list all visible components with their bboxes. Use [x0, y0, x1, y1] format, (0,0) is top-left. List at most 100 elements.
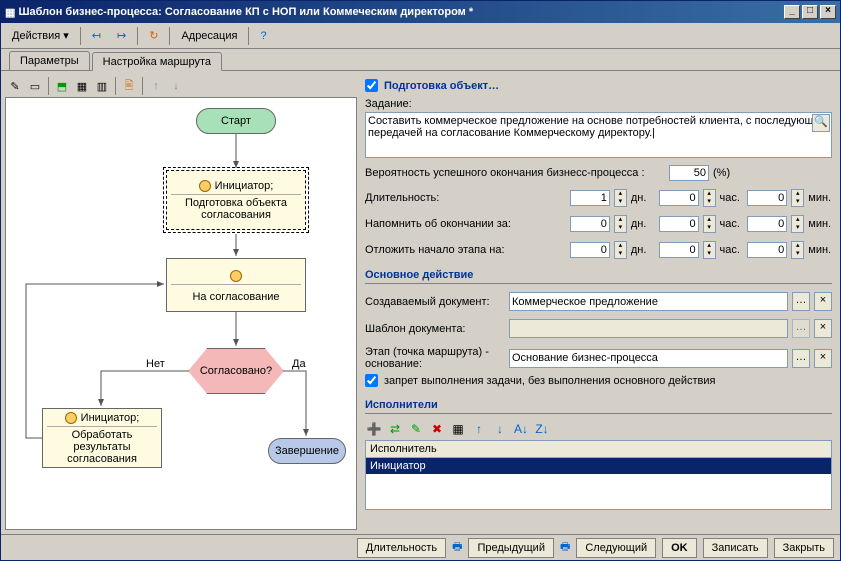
post-hours[interactable] — [659, 242, 699, 258]
reminder-label: Напомнить об окончании за: — [365, 218, 566, 230]
window-title: Шаблон бизнес-процесса: Согласование КП … — [18, 6, 473, 18]
tab-route[interactable]: Настройка маршрута — [92, 52, 222, 71]
move-up-icon[interactable]: ↑ — [470, 420, 488, 438]
close-button[interactable]: × — [820, 5, 836, 19]
grid-header: Исполнитель — [366, 441, 831, 458]
node-initiator[interactable]: Инициатор; Подготовка объекта согласован… — [166, 170, 306, 230]
addressing-button[interactable]: Адресация — [174, 27, 244, 45]
person-icon — [65, 412, 77, 424]
tab-parameters[interactable]: Параметры — [9, 51, 90, 70]
rem-days[interactable] — [570, 216, 610, 232]
duration-button[interactable]: Длительность — [357, 538, 446, 558]
expand-icon[interactable]: 🔍 — [812, 114, 830, 132]
insert-row-icon[interactable]: ⇄ — [386, 420, 404, 438]
spinner[interactable]: ▴▾ — [703, 215, 716, 233]
spinner[interactable]: ▴▾ — [614, 189, 627, 207]
pointer-icon[interactable]: ✎ — [6, 77, 24, 95]
select-icon[interactable]: ▭ — [26, 77, 44, 95]
app-icon: ▦ — [5, 6, 15, 19]
main-toolbar: Действия ▾ ↤ ↦ ↻ Адресация ? — [1, 23, 840, 49]
label-yes: Да — [292, 358, 306, 370]
dur-hours[interactable] — [659, 190, 699, 206]
spinner[interactable]: ▴▾ — [791, 189, 804, 207]
post-mins[interactable] — [747, 242, 787, 258]
tab-bar: Параметры Настройка маршрута — [1, 49, 840, 71]
probability-input[interactable] — [669, 165, 709, 181]
minimize-button[interactable]: _ — [784, 5, 800, 19]
clear-icon[interactable]: × — [814, 292, 832, 311]
sort-desc-icon[interactable]: Z↓ — [533, 420, 551, 438]
titlebar: ▦ Шаблон бизнес-процесса: Согласование К… — [1, 1, 840, 23]
maximize-button[interactable]: □ — [802, 5, 818, 19]
ok-button[interactable]: OK — [662, 538, 697, 558]
node-decision[interactable]: Согласовано? — [188, 348, 284, 394]
node-results[interactable]: Инициатор; Обработать результаты согласо… — [42, 408, 162, 468]
executors-grid[interactable]: Исполнитель Инициатор — [365, 440, 832, 510]
rem-mins[interactable] — [747, 216, 787, 232]
sort-asc-icon[interactable]: A↓ — [512, 420, 530, 438]
prepare-checkbox[interactable] — [365, 79, 378, 92]
postpone-label: Отложить начало этапа на: — [365, 244, 566, 256]
clear-icon[interactable]: × — [814, 319, 832, 338]
move-down-icon[interactable]: ↓ — [491, 420, 509, 438]
probability-label: Вероятность успешного окончания бизнесс-… — [365, 167, 665, 179]
prepare-label: Подготовка объект… — [384, 80, 499, 92]
arrow-up-icon[interactable]: ↑ — [147, 77, 165, 95]
template-input — [509, 319, 788, 338]
grid-row-selected[interactable]: Инициатор — [366, 458, 831, 474]
canvas-toolbar: ✎ ▭ ⬒ ▦ ▥ 🖹 ↑ ↓ — [5, 75, 357, 97]
spinner[interactable]: ▴▾ — [791, 241, 804, 259]
save-button[interactable]: Записать — [703, 538, 768, 558]
stage-label: Этап (точка маршрута) - основание: — [365, 346, 505, 370]
grid-icon[interactable]: ▦ — [73, 77, 91, 95]
dur-mins[interactable] — [747, 190, 787, 206]
actions-menu[interactable]: Действия ▾ — [5, 26, 76, 45]
spinner[interactable]: ▴▾ — [703, 189, 716, 207]
rem-hours[interactable] — [659, 216, 699, 232]
help-icon[interactable]: ? — [253, 27, 273, 45]
add-node-icon[interactable]: ⬒ — [53, 77, 71, 95]
section-executors: Исполнители — [365, 399, 832, 414]
node-approval[interactable]: На согласование — [166, 258, 306, 312]
spinner[interactable]: ▴▾ — [614, 215, 627, 233]
spinner[interactable]: ▴▾ — [614, 241, 627, 259]
nav-back-icon[interactable]: ↤ — [85, 26, 108, 45]
section-main-action: Основное действие — [365, 269, 832, 284]
post-days[interactable] — [570, 242, 610, 258]
flow-canvas[interactable]: Старт Инициатор; Подготовка объекта согл… — [5, 97, 357, 530]
add-row-icon[interactable]: ➕ — [365, 420, 383, 438]
prev-button[interactable]: Предыдущий — [468, 538, 553, 558]
next-button[interactable]: Следующий — [576, 538, 656, 558]
edit-row-icon[interactable]: ✎ — [407, 420, 425, 438]
spinner[interactable]: ▴▾ — [703, 241, 716, 259]
layout-icon[interactable]: ▥ — [93, 77, 111, 95]
clear-icon[interactable]: × — [814, 349, 832, 368]
task-textarea[interactable]: Составить коммерческое предложение на ос… — [365, 112, 832, 158]
spinner[interactable]: ▴▾ — [791, 215, 804, 233]
task-label: Задание: — [365, 98, 832, 110]
document-label: Создаваемый документ: — [365, 296, 505, 308]
printer-icon: 🖶 — [452, 538, 462, 557]
forbid-label: запрет выполнения задачи, без выполнения… — [384, 375, 715, 387]
copy-row-icon[interactable]: ▦ — [449, 420, 467, 438]
select-icon[interactable]: … — [792, 292, 810, 311]
stage-input[interactable] — [509, 349, 788, 368]
node-start[interactable]: Старт — [196, 108, 276, 134]
person-icon — [199, 180, 211, 192]
select-icon[interactable]: … — [792, 349, 810, 368]
label-no: Нет — [146, 358, 165, 370]
printer-icon: 🖶 — [560, 538, 570, 557]
document-input[interactable] — [509, 292, 788, 311]
dur-days[interactable] — [570, 190, 610, 206]
executors-toolbar: ➕ ⇄ ✎ ✖ ▦ ↑ ↓ A↓ Z↓ — [365, 418, 832, 440]
close-window-button[interactable]: Закрыть — [774, 538, 834, 558]
duration-label: Длительность: — [365, 192, 566, 204]
nav-forward-icon[interactable]: ↦ — [110, 26, 133, 45]
delete-row-icon[interactable]: ✖ — [428, 420, 446, 438]
forbid-checkbox[interactable] — [365, 374, 378, 387]
node-end[interactable]: Завершение — [268, 438, 346, 464]
template-label: Шаблон документа: — [365, 323, 505, 335]
tree-icon[interactable]: 🖹 — [120, 77, 138, 95]
arrow-down-icon[interactable]: ↓ — [167, 77, 185, 95]
refresh-icon[interactable]: ↻ — [142, 26, 165, 45]
